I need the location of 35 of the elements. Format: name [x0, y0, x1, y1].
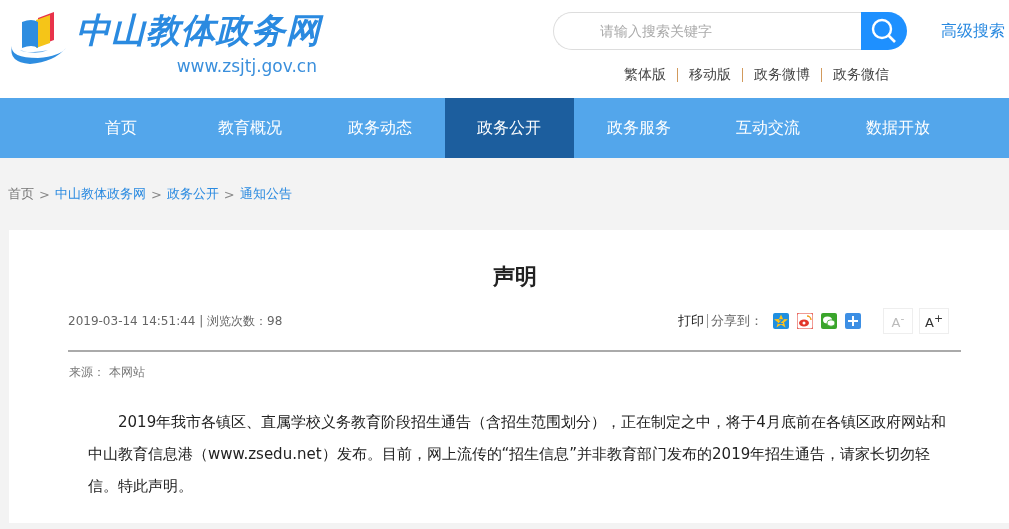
nav-tab[interactable]: 教育概况: [185, 98, 315, 158]
weibo-icon[interactable]: [797, 313, 813, 329]
wechat-icon[interactable]: [821, 313, 837, 329]
article-title: 声明: [492, 263, 538, 291]
breadcrumb-separator: >: [39, 186, 50, 202]
font-size-button[interactable]: A$^{+}$: [919, 308, 949, 334]
breadcrumb-separator: >: [223, 186, 235, 202]
article-source: 来源： 本网站: [69, 364, 146, 381]
breadcrumb-link[interactable]: 通知公告: [239, 185, 292, 203]
nav-tab[interactable]: 政务动态: [315, 98, 445, 158]
top-link[interactable]: 繁体版: [624, 66, 666, 84]
breadcrumb-item[interactable]: 首页: [8, 185, 34, 203]
search-icon: [871, 18, 897, 44]
breadcrumb-link[interactable]: 中山教体政务网: [54, 185, 146, 203]
breadcrumb-separator: >: [150, 186, 162, 202]
top-link[interactable]: 政务微信: [833, 66, 889, 84]
top-link[interactable]: 移动版: [689, 66, 731, 84]
nav-tab[interactable]: 政务服务: [574, 98, 704, 158]
share-label: 分享到：: [711, 312, 763, 330]
plus-icon[interactable]: [845, 313, 861, 329]
nav-tab[interactable]: 数据开放: [833, 98, 963, 158]
nav-tab[interactable]: 政务公开: [444, 98, 574, 158]
article-meta: 2019-03-14 14:51:44 | 浏览次数：98: [68, 312, 283, 330]
qzone-star-icon[interactable]: [773, 313, 789, 329]
site-url: www.zsjtj.gov.cn: [176, 56, 317, 76]
article-body: 2019年我市各镇区、直属学校义务教育阶段招生通告（含招生范围划分），正在制定之中，将于4月底前在各镇区政府网站和中山教育信息港（www.zsedu.net）发布。目前，网上流传的“招生信息”并非教育部门发布的2019年招生通告，请家长切勿轻信。特此声明。: [88, 412, 947, 497]
print-link[interactable]: 打印: [678, 312, 704, 330]
separator: [707, 314, 708, 328]
breadcrumb-link[interactable]: 政务公开: [166, 185, 219, 203]
search-button[interactable]: [861, 12, 907, 50]
search-field[interactable]: 请输入搜索关键字: [553, 12, 861, 50]
advanced-search-link[interactable]: 高级搜索: [941, 20, 1005, 42]
nav-tab[interactable]: 首页: [56, 98, 186, 158]
top-link[interactable]: 政务微博: [754, 66, 810, 84]
nav-tab[interactable]: 互动交流: [703, 98, 833, 158]
